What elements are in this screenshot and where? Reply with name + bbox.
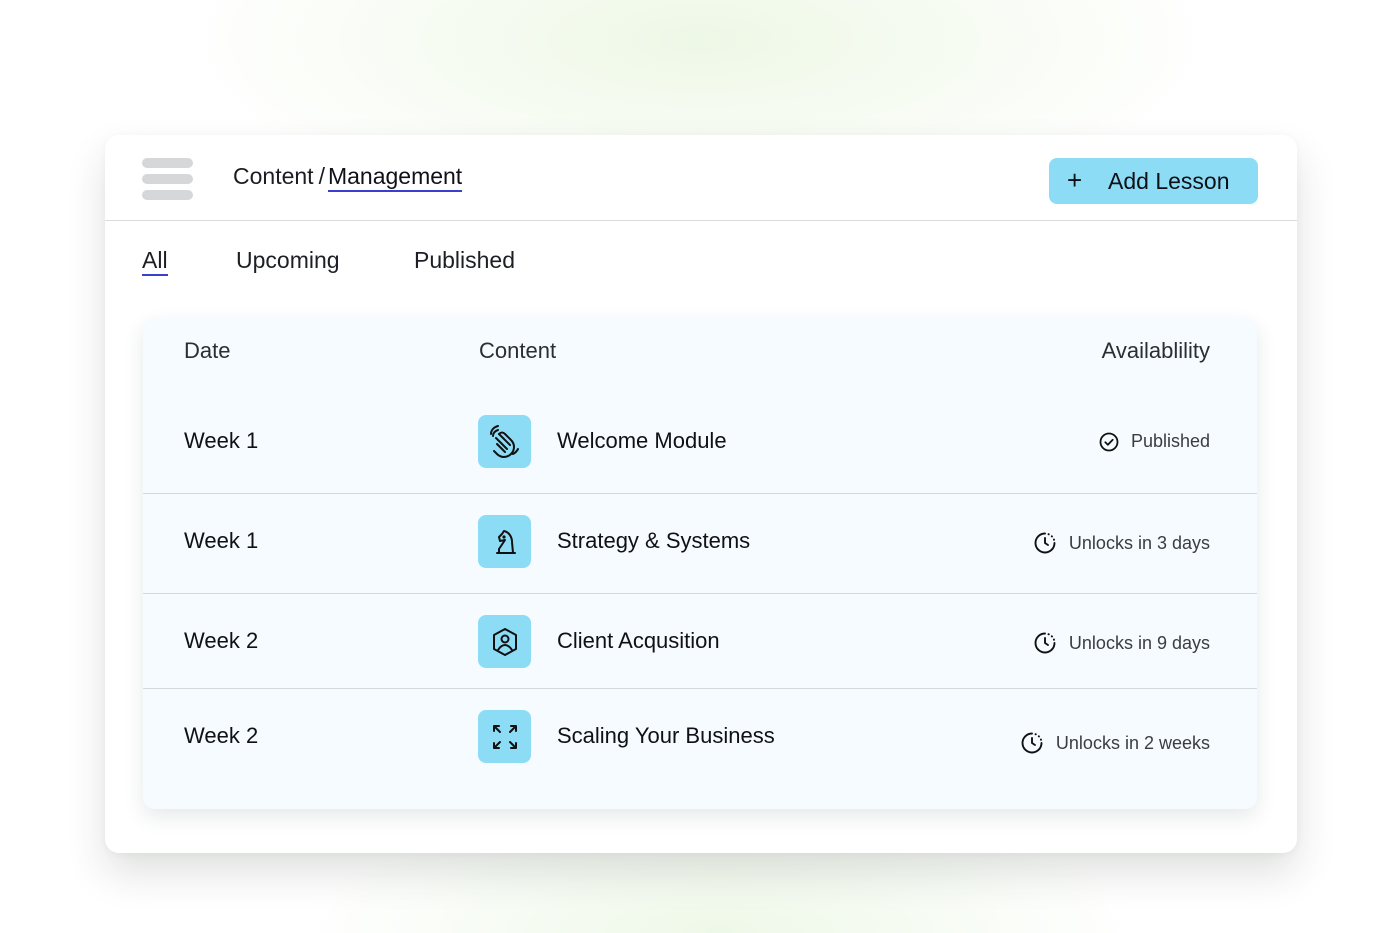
clock-dashed-icon <box>1034 632 1056 654</box>
menu-bar <box>142 190 193 200</box>
tab-upcoming[interactable]: Upcoming <box>236 247 340 274</box>
expand-arrows-icon <box>478 710 531 763</box>
availability-text: Published <box>1130 431 1210 451</box>
column-header-content: Content <box>479 338 557 363</box>
availability-text: Unlocks in 2 weeks <box>1055 732 1210 753</box>
hamburger-menu-icon[interactable] <box>142 158 193 200</box>
check-circle-icon <box>1099 432 1119 451</box>
row-date: Week 1 <box>184 528 259 553</box>
table-row[interactable]: Week 1 Welcome Module Published <box>143 388 1257 493</box>
tab-published[interactable]: Published <box>414 247 515 274</box>
top-bar: Content / Management + Add Lesson <box>105 135 1297 221</box>
tab-all[interactable]: All <box>142 247 168 276</box>
add-lesson-label: Add Lesson <box>1108 168 1230 194</box>
row-title[interactable]: Welcome Module <box>557 428 727 454</box>
waving-hand-icon <box>478 415 531 468</box>
availability-status: Unlocks in 9 days <box>1033 631 1210 655</box>
lessons-table: Date Content Availablility Week 1 Welcom… <box>143 318 1257 809</box>
row-date: Week 2 <box>184 723 259 748</box>
availability-text: Unlocks in 9 days <box>1068 632 1210 653</box>
availability-status: Unlocks in 3 days <box>1033 531 1210 555</box>
availability-status: Unlocks in 2 weeks <box>1020 731 1210 755</box>
menu-bar <box>142 158 193 168</box>
row-title[interactable]: Client Acqusition <box>557 628 720 654</box>
breadcrumb-separator: / <box>318 163 325 189</box>
table-header: Date Content Availablility <box>143 318 1257 388</box>
content-card: Content / Management + Add Lesson All Upco… <box>105 135 1297 853</box>
row-title[interactable]: Scaling Your Business <box>557 723 775 749</box>
table-row[interactable]: Week 2 Client Acqusition Unlocks in 9 da… <box>143 593 1257 688</box>
add-lesson-button[interactable]: + Add Lesson <box>1049 158 1258 204</box>
breadcrumb-current[interactable]: Management <box>327 163 463 192</box>
row-date: Week 2 <box>184 628 259 653</box>
clock-dashed-icon <box>1021 732 1043 754</box>
clock-dashed-icon <box>1034 532 1056 554</box>
tab-bar: All Upcoming Published <box>105 247 1297 287</box>
row-title[interactable]: Strategy & Systems <box>557 528 750 554</box>
column-header-availability: Availablility <box>1101 338 1210 363</box>
table-row[interactable]: Week 1 Strategy & Systems Unlocks in 3 d… <box>143 493 1257 593</box>
table-row[interactable]: Week 2 Scaling Your Business Unlocks in … <box>143 688 1257 809</box>
user-hexagon-icon <box>478 615 531 668</box>
breadcrumb-root[interactable]: Content <box>233 163 314 189</box>
column-header-date: Date <box>184 338 231 363</box>
availability-text: Unlocks in 3 days <box>1068 532 1210 553</box>
breadcrumb: Content / Management <box>233 163 463 192</box>
plus-icon: + <box>1067 165 1083 195</box>
menu-bar <box>142 174 193 184</box>
availability-status: Published <box>1099 431 1210 452</box>
row-date: Week 1 <box>184 428 259 453</box>
chess-knight-icon <box>478 515 531 568</box>
